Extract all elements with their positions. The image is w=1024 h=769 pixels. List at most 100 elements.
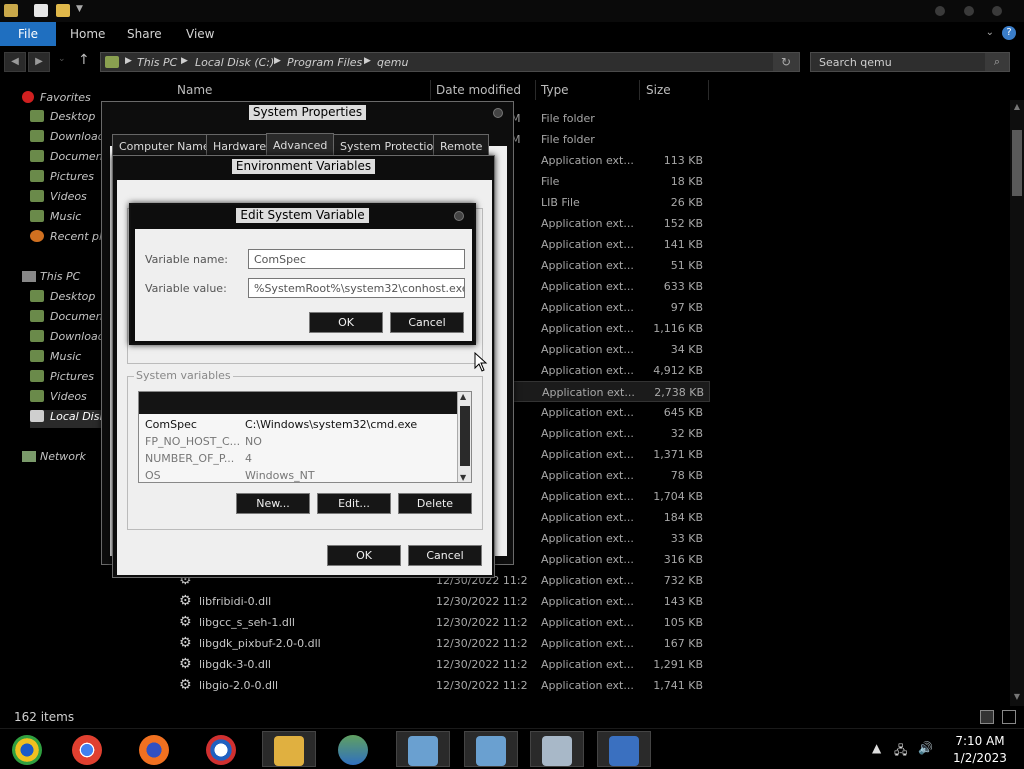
downloads-icon — [30, 130, 44, 142]
taskbar-chrome-dev[interactable] — [0, 731, 54, 767]
taskbar-chrome[interactable] — [60, 731, 114, 767]
dll-gear-icon: ⚙ — [179, 677, 192, 693]
dll-gear-icon: ⚙ — [179, 656, 192, 672]
chrome-dev-icon — [12, 735, 42, 765]
taskbar-remote-desktop[interactable] — [597, 731, 651, 767]
cancel-button[interactable]: Cancel — [408, 545, 482, 566]
list-item[interactable]: ⚙ libgdk_pixbuf-2.0-0.dll 12/30/2022 11:2.… — [165, 633, 710, 654]
campaign-logo-icon — [206, 735, 236, 765]
network-tray-icon[interactable]: 🖧 — [894, 741, 907, 762]
address-bar[interactable]: ▶ This PC ▶ Local Disk (C:) ▶ Program Fi… — [100, 52, 800, 72]
taskbar-campaign-logo[interactable] — [194, 731, 248, 767]
close-icon[interactable] — [493, 108, 503, 118]
variable-value-label: Variable value: — [145, 282, 227, 295]
column-name[interactable]: Name — [177, 83, 212, 97]
system-variables-group: System variables ComSpec C:\Windows\syste… — [127, 369, 483, 530]
dialog-title: Environment Variables — [231, 159, 376, 174]
help-icon[interactable]: ? — [1002, 26, 1016, 40]
list-scrollbar[interactable]: ▲ ▼ — [457, 392, 471, 482]
tab-share[interactable]: Share — [127, 22, 162, 46]
dialog-title-bar[interactable]: Environment Variables — [113, 156, 494, 178]
breadcrumb-program-files[interactable]: Program Files — [287, 56, 362, 69]
taskbar-vm-manager-2[interactable] — [464, 731, 518, 767]
dialog-title-bar[interactable]: System Properties — [102, 102, 513, 124]
list-item[interactable]: ⚙ libgcc_s_seh-1.dll 12/30/2022 11:2... App… — [165, 612, 710, 633]
forward-button[interactable]: ▶ — [28, 52, 50, 72]
dropdown-icon[interactable]: ▼ — [76, 4, 83, 14]
maximize-button[interactable] — [964, 6, 974, 16]
column-size[interactable]: Size — [646, 83, 671, 97]
scroll-thumb[interactable] — [460, 406, 470, 466]
expand-ribbon-icon[interactable]: ⌄ — [986, 27, 994, 38]
breadcrumb-local-disk[interactable]: Local Disk (C:) — [195, 56, 274, 69]
taskbar-performance-monitor[interactable] — [530, 731, 584, 767]
recent-locations-icon[interactable]: ⌄ — [58, 54, 66, 64]
breadcrumb-this-pc[interactable]: This PC — [137, 56, 177, 69]
recent-places-icon — [30, 230, 44, 242]
taskbar-vm-manager-1[interactable] — [396, 731, 450, 767]
clock-time[interactable]: 7:10 AM — [945, 734, 1015, 748]
details-view-icon[interactable] — [980, 710, 994, 724]
vertical-scrollbar[interactable]: ▲ ▼ — [1010, 100, 1024, 706]
scroll-thumb[interactable] — [1012, 130, 1022, 196]
up-button[interactable]: ↑ — [78, 52, 90, 68]
list-item[interactable]: ⚙ libfribidi-0.dll 12/30/2022 11:2... Appli… — [165, 591, 710, 612]
taskbar-firefox[interactable] — [127, 731, 181, 767]
dialog-title-bar[interactable]: Edit System Variable — [131, 205, 474, 227]
nav-network[interactable]: Network — [40, 450, 86, 463]
scroll-up-icon[interactable]: ▲ — [460, 392, 466, 401]
close-button[interactable] — [992, 6, 1002, 16]
tab-view[interactable]: View — [186, 22, 214, 46]
ok-button[interactable]: OK — [309, 312, 383, 333]
properties-icon[interactable] — [34, 4, 48, 17]
nav-this-pc[interactable]: This PC — [40, 270, 80, 283]
breadcrumb-qemu[interactable]: qemu — [377, 56, 408, 69]
nav-favorites[interactable]: Favorites — [40, 91, 91, 104]
search-icon[interactable]: ⌕ — [985, 53, 1009, 71]
search-box[interactable]: Search qemu ⌕ — [810, 52, 1010, 72]
column-type[interactable]: Type — [541, 83, 569, 97]
breadcrumb-separator-icon: ▶ — [125, 56, 132, 66]
scroll-up-icon[interactable]: ▲ — [1012, 102, 1022, 114]
table-row[interactable]: OS Windows_NT — [139, 467, 457, 482]
taskbar-network-users[interactable] — [326, 731, 380, 767]
back-button[interactable]: ◀ — [4, 52, 26, 72]
list-item[interactable]: ⚙ libgio-2.0-0.dll 12/30/2022 11:2... Appli… — [165, 675, 710, 696]
cancel-button[interactable]: Cancel — [390, 312, 464, 333]
table-row[interactable]: NUMBER_OF_P... 4 — [139, 450, 457, 467]
minimize-button[interactable] — [935, 6, 945, 16]
dll-gear-icon: ⚙ — [179, 635, 192, 651]
table-row[interactable]: ComSpec C:\Windows\system32\cmd.exe — [139, 416, 457, 433]
list-item[interactable]: ⚙ libgdk-3-0.dll 12/30/2022 11:2... Applica… — [165, 654, 710, 675]
system-variables-list[interactable]: ComSpec C:\Windows\system32\cmd.exe FP_NO… — [138, 391, 472, 483]
new-folder-icon[interactable] — [56, 4, 70, 17]
taskbar: ▲ 🖧 🔊 7:10 AM 1/2/2023 — [0, 728, 1024, 768]
tab-home[interactable]: Home — [70, 22, 105, 46]
scroll-down-icon[interactable]: ▼ — [460, 473, 466, 482]
scroll-down-icon[interactable]: ▼ — [1012, 692, 1022, 704]
vm-manager-icon — [408, 736, 438, 766]
new-button[interactable]: New... — [236, 493, 310, 514]
refresh-icon[interactable]: ↻ — [773, 53, 799, 71]
item-count: 162 items — [14, 710, 75, 724]
variable-value-field[interactable]: %SystemRoot%\system32\conhost.exe — [248, 278, 465, 298]
search-input[interactable]: Search qemu — [819, 56, 892, 69]
variable-name-field[interactable]: ComSpec — [248, 249, 465, 269]
delete-button[interactable]: Delete — [398, 493, 472, 514]
taskbar-file-explorer[interactable] — [262, 731, 316, 767]
breadcrumb-separator-icon: ▶ — [181, 56, 188, 66]
ok-button[interactable]: OK — [327, 545, 401, 566]
show-hidden-icons-icon[interactable]: ▲ — [872, 741, 881, 755]
close-icon[interactable] — [454, 211, 464, 221]
clock-date[interactable]: 1/2/2023 — [945, 751, 1015, 765]
column-divider — [535, 80, 536, 100]
volume-icon[interactable]: 🔊 — [918, 741, 933, 755]
edit-button[interactable]: Edit... — [317, 493, 391, 514]
table-row[interactable]: FP_NO_HOST_C... NO — [139, 433, 457, 450]
file-tab[interactable]: File — [0, 22, 56, 46]
folder-icon[interactable] — [4, 4, 18, 17]
remote-desktop-icon — [609, 736, 639, 766]
column-date-modified[interactable]: Date modified — [436, 83, 521, 97]
large-icons-view-icon[interactable] — [1002, 710, 1016, 724]
computer-icon — [22, 271, 36, 282]
